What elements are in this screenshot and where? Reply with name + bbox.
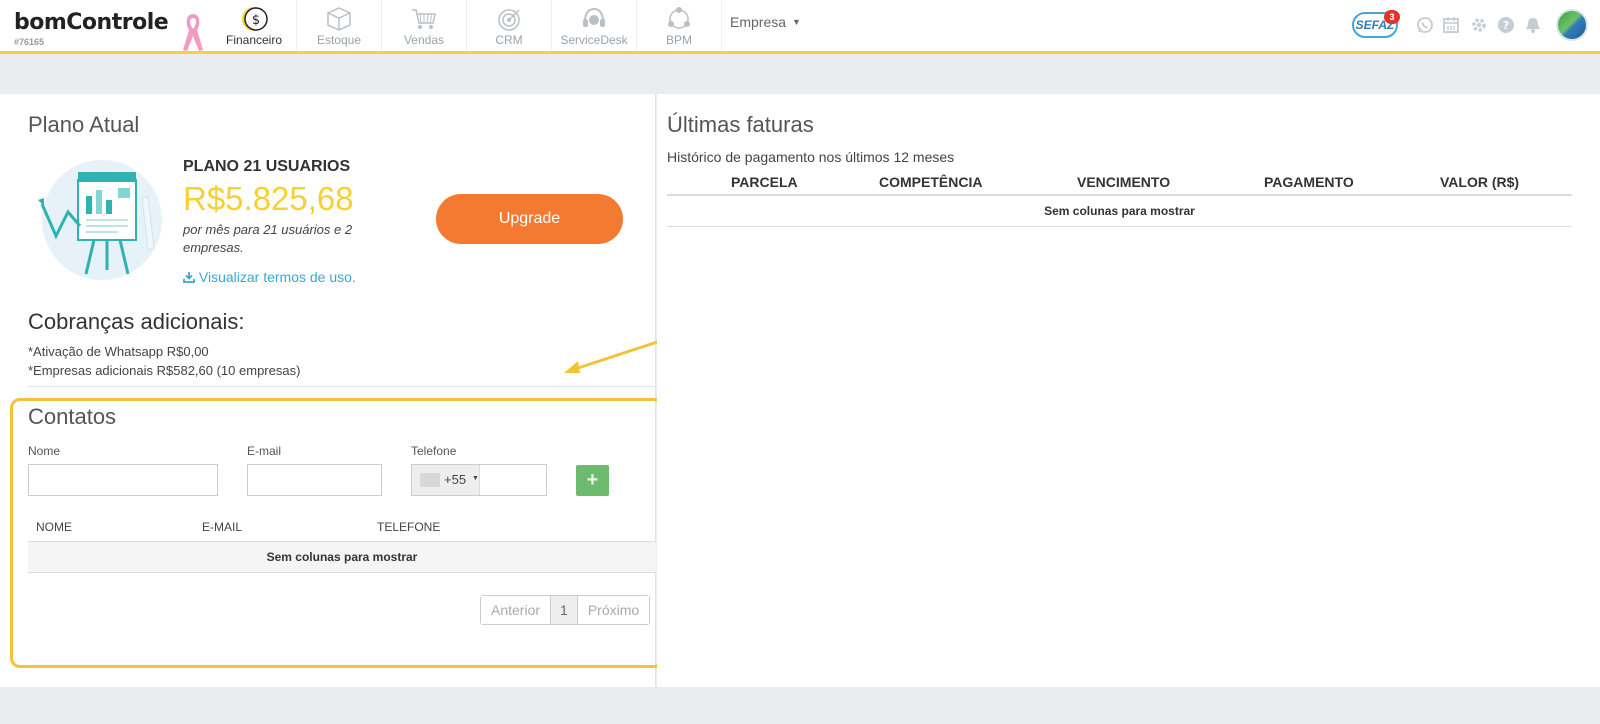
- account-id: #76165: [14, 37, 45, 47]
- module-financeiro[interactable]: $ Financeiro: [212, 0, 297, 51]
- module-label: Financeiro: [225, 33, 283, 47]
- telefone-label: Telefone: [411, 444, 457, 458]
- cobranca-line: *Ativação de Whatsapp R$0,00: [28, 344, 209, 359]
- bell-icon[interactable]: [1524, 16, 1542, 34]
- pagination-current-page[interactable]: 1: [550, 596, 578, 624]
- contatos-table-header: NOME E-MAIL TELEFONE: [28, 512, 656, 542]
- faturas-table-header: PARCELA COMPETÊNCIA VENCIMENTO PAGAMENTO…: [667, 166, 1572, 196]
- chevron-down-icon: ▼: [792, 17, 801, 27]
- empresa-dropdown[interactable]: Empresa ▼: [730, 14, 801, 30]
- cart-icon: [412, 9, 436, 29]
- app-logo[interactable]: bomControle: [14, 10, 169, 35]
- column-header-telefone[interactable]: TELEFONE: [377, 520, 440, 534]
- email-label: E-mail: [247, 444, 282, 458]
- target-icon: [498, 9, 520, 31]
- add-contact-button[interactable]: +: [576, 465, 609, 496]
- telefone-field: +55 ▼: [411, 464, 547, 496]
- nome-label: Nome: [28, 444, 61, 458]
- cobranca-line: *Empresas adicionais R$582,60 (10 empres…: [28, 363, 301, 378]
- module-bpm[interactable]: BPM: [637, 0, 722, 51]
- faturas-title: Últimas faturas: [667, 112, 814, 137]
- module-servicedesk[interactable]: ServiceDesk: [552, 0, 637, 51]
- gear-icon[interactable]: [1470, 16, 1488, 34]
- terms-of-use-link[interactable]: Visualizar termos de uso.: [183, 269, 356, 285]
- module-tabs: $ Financeiro Estoque Vendas CRM ServiceD…: [212, 0, 722, 51]
- pagination-next[interactable]: Próximo: [577, 596, 650, 624]
- presentation-board-illustration: [38, 160, 162, 280]
- sefaz-button[interactable]: SEFAZ 3: [1352, 10, 1400, 38]
- faturas-empty-row: Sem colunas para mostrar: [667, 196, 1572, 227]
- flag-icon: [420, 473, 440, 487]
- top-navigation-bar: bomControle #76165 $ Financeiro Estoque: [0, 0, 1600, 54]
- help-icon[interactable]: ?: [1497, 16, 1515, 34]
- footer-band: [0, 687, 1600, 724]
- faturas-subtitle: Histórico de pagamento nos últimos 12 me…: [667, 149, 955, 165]
- dollar-coin-icon: $: [242, 7, 268, 31]
- pagination-prev[interactable]: Anterior: [481, 596, 551, 624]
- module-estoque[interactable]: Estoque: [297, 0, 382, 51]
- column-header-valor[interactable]: VALOR (R$): [1440, 174, 1519, 190]
- plano-title: Plano Atual: [28, 112, 140, 137]
- ddi-code: +55: [444, 472, 467, 487]
- svg-text:?: ?: [1503, 19, 1509, 32]
- module-label: Vendas: [403, 33, 445, 47]
- whatsapp-icon[interactable]: [1416, 16, 1434, 34]
- column-header-email[interactable]: E-MAIL: [202, 520, 242, 534]
- column-header-nome[interactable]: NOME: [36, 520, 72, 534]
- column-header-vencimento[interactable]: VENCIMENTO: [1077, 174, 1170, 190]
- module-label: BPM: [665, 33, 692, 47]
- empresa-label: Empresa: [730, 14, 787, 30]
- contatos-empty-row: Sem colunas para mostrar: [28, 542, 656, 573]
- email-input[interactable]: [247, 464, 382, 496]
- chevron-down-icon: ▼: [472, 475, 479, 482]
- module-label: CRM: [495, 33, 523, 47]
- column-header-parcela[interactable]: PARCELA: [731, 174, 798, 190]
- plan-price: R$5.825,68: [183, 180, 354, 217]
- contatos-title: Contatos: [28, 404, 117, 429]
- module-crm[interactable]: CRM: [467, 0, 552, 51]
- pagination: Anterior 1 Próximo: [480, 595, 651, 625]
- notification-badge: 3: [1384, 10, 1400, 24]
- module-label: ServiceDesk: [560, 33, 628, 47]
- calendar-icon[interactable]: [1442, 16, 1460, 34]
- column-header-pagamento[interactable]: PAGAMENTO: [1264, 174, 1354, 190]
- plan-description: por mês para 21 usuários e 2 empresas.: [183, 222, 353, 255]
- section-divider: [28, 386, 656, 387]
- box-icon: [327, 7, 351, 31]
- headset-icon: [583, 7, 605, 27]
- process-icon: [668, 7, 690, 29]
- terms-link-label: Visualizar termos de uso.: [198, 269, 356, 285]
- cobrancas-title: Cobranças adicionais:: [28, 309, 245, 334]
- user-avatar[interactable]: [1556, 9, 1588, 41]
- telefone-input[interactable]: [481, 465, 546, 495]
- download-icon: [183, 272, 195, 283]
- svg-text:$: $: [252, 13, 260, 28]
- faturas-panel: Últimas faturas Histórico de pagamento n…: [657, 94, 1600, 687]
- nome-input[interactable]: [28, 464, 218, 496]
- upgrade-button[interactable]: Upgrade: [436, 194, 623, 244]
- module-label: Estoque: [316, 33, 362, 47]
- module-vendas[interactable]: Vendas: [382, 0, 467, 51]
- pink-ribbon-icon: [183, 14, 203, 51]
- plan-name: PLANO 21 USUARIOS: [183, 158, 351, 175]
- country-code-dropdown[interactable]: +55 ▼: [412, 465, 480, 495]
- column-header-competencia[interactable]: COMPETÊNCIA: [879, 174, 982, 190]
